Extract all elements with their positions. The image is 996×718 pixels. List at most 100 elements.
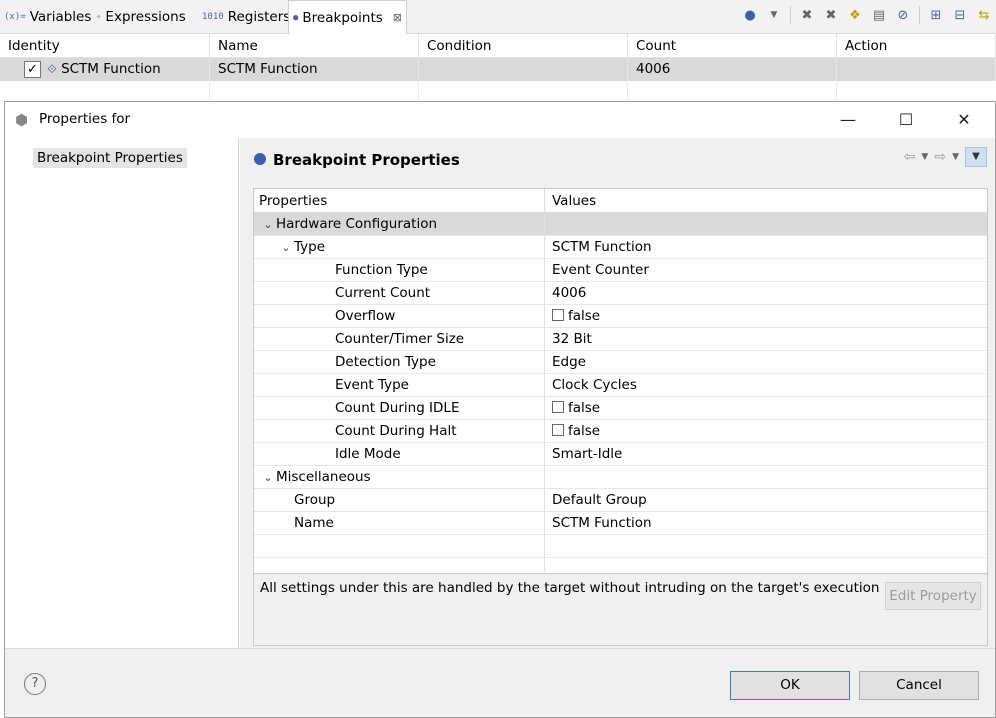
maximize-icon[interactable]: ☐ xyxy=(891,106,921,134)
condition-cell xyxy=(419,58,628,81)
property-name-cell: Idle Mode xyxy=(254,443,545,465)
property-row[interactable]: Counter/Timer Size 32 Bit xyxy=(254,328,987,351)
dialog-app-icon: ⬢ xyxy=(15,111,29,129)
property-label: Count During Halt xyxy=(335,423,457,439)
goto-file-icon[interactable]: ▤ xyxy=(871,7,887,23)
cancel-button[interactable]: Cancel xyxy=(859,671,979,700)
breakpoint-icon xyxy=(254,153,266,165)
property-row[interactable]: Count During Halt false xyxy=(254,420,987,443)
remove-icon[interactable]: ✖ xyxy=(799,7,815,23)
column-properties[interactable]: Properties xyxy=(254,189,545,213)
property-page-header: Breakpoint Properties ⇦ ▼ ⇨ ▼ ▼ xyxy=(240,138,995,181)
name-cell: SCTM Function xyxy=(210,58,419,81)
tab-breakpoints[interactable]: ● Breakpoints ⊠ xyxy=(288,0,408,34)
property-value-cell: false xyxy=(546,397,987,419)
remove-all-icon[interactable]: ✖ xyxy=(823,7,839,23)
forward-dropdown-icon[interactable]: ▼ xyxy=(952,152,959,162)
action-cell xyxy=(837,58,996,81)
property-row[interactable]: ⌄ Type SCTM Function xyxy=(254,236,987,259)
close-tab-icon[interactable]: ⊠ xyxy=(393,11,402,24)
property-value: Smart-Idle xyxy=(552,446,623,462)
property-row[interactable]: Idle Mode Smart-Idle xyxy=(254,443,987,466)
column-action[interactable]: Action xyxy=(837,34,996,58)
collapse-all-icon[interactable]: ⊟ xyxy=(952,7,968,23)
column-identity[interactable]: Identity xyxy=(0,34,210,58)
value-checkbox[interactable] xyxy=(552,424,564,436)
property-row[interactable]: Overflow false xyxy=(254,305,987,328)
property-row[interactable]: Function Type Event Counter xyxy=(254,259,987,282)
property-value: Default Group xyxy=(552,492,647,508)
property-row[interactable]: Event Type Clock Cycles xyxy=(254,374,987,397)
expand-chevron-icon[interactable]: ⌄ xyxy=(278,237,294,259)
property-value-cell: Clock Cycles xyxy=(546,374,987,396)
property-value-cell: false xyxy=(546,305,987,327)
forward-arrow-icon[interactable]: ⇨ xyxy=(934,149,946,165)
property-row[interactable]: Current Count 4006 xyxy=(254,282,987,305)
column-values[interactable]: Values xyxy=(546,189,987,213)
property-row[interactable]: Name SCTM Function xyxy=(254,512,987,535)
property-label: Group xyxy=(294,492,336,508)
page-title: Breakpoint Properties xyxy=(273,151,460,169)
value-checkbox[interactable] xyxy=(552,309,564,321)
new-breakpoint-icon[interactable]: ● xyxy=(742,7,758,23)
property-row[interactable]: Group Default Group xyxy=(254,489,987,512)
value-checkbox[interactable] xyxy=(552,401,564,413)
back-dropdown-icon[interactable]: ▼ xyxy=(921,152,928,162)
column-condition[interactable]: Condition xyxy=(419,34,628,58)
show-supported-icon[interactable]: ❖ xyxy=(847,7,863,23)
tab-expressions-label: Expressions xyxy=(105,8,186,25)
expand-all-icon[interactable]: ⊞ xyxy=(928,7,944,23)
property-label: Miscellaneous xyxy=(276,469,371,485)
property-name-cell: Current Count xyxy=(254,282,545,304)
column-name[interactable]: Name xyxy=(210,34,419,58)
property-row[interactable]: ⌄ Miscellaneous xyxy=(254,466,987,489)
skip-all-icon[interactable]: ⊘ xyxy=(895,7,911,23)
link-with-debug-view-icon[interactable]: ⇆ xyxy=(976,7,992,23)
view-menu-icon[interactable]: ▼ xyxy=(965,147,987,167)
tab-expressions[interactable]: ✧ Expressions xyxy=(92,0,190,33)
property-value-cell xyxy=(546,466,987,488)
property-name-cell: Name xyxy=(254,512,545,534)
nav-item-breakpoint-properties[interactable]: Breakpoint Properties xyxy=(33,148,187,168)
property-value: false xyxy=(568,308,601,324)
property-label: Overflow xyxy=(335,308,396,324)
registers-icon: 1010 xyxy=(202,11,224,22)
properties-table: Properties Values ⌄ Hardware Configuratio… xyxy=(253,188,988,581)
tab-registers-label: Registers xyxy=(227,8,291,25)
expand-chevron-icon[interactable]: ⌄ xyxy=(260,214,276,236)
table-row-empty xyxy=(0,81,996,104)
property-value: false xyxy=(568,400,601,416)
minimize-icon[interactable]: — xyxy=(833,106,863,134)
property-row[interactable]: ⌄ Hardware Configuration xyxy=(254,213,987,236)
ok-button[interactable]: OK xyxy=(730,671,850,700)
tab-variables[interactable]: (x)= Variables xyxy=(0,0,95,33)
back-arrow-icon[interactable]: ⇦ xyxy=(904,149,916,165)
property-value-cell: false xyxy=(546,420,987,442)
property-value-cell: Default Group xyxy=(546,489,987,511)
property-value-cell: Edge xyxy=(546,351,987,373)
table-row[interactable]: ✓ ⟐ SCTM Function SCTM Function 4006 xyxy=(0,58,996,81)
property-value-cell: 32 Bit xyxy=(546,328,987,350)
close-icon[interactable]: ✕ xyxy=(949,106,979,134)
property-label: Name xyxy=(294,515,334,531)
enabled-checkbox[interactable]: ✓ xyxy=(24,60,41,78)
chevron-down-icon[interactable]: ▼ xyxy=(766,7,782,23)
help-icon[interactable]: ? xyxy=(24,673,46,695)
tab-registers[interactable]: 1010 Registers xyxy=(198,0,294,33)
property-row[interactable]: Count During IDLE false xyxy=(254,397,987,420)
count-cell: 4006 xyxy=(628,58,837,81)
property-value: Edge xyxy=(552,354,586,370)
property-page-nav: Breakpoint Properties xyxy=(5,138,239,648)
property-name-cell: Count During IDLE xyxy=(254,397,545,419)
breakpoints-table: Identity Name Condition Count Action ✓ ⟐… xyxy=(0,34,996,104)
property-label: Current Count xyxy=(335,285,431,301)
property-label: Type xyxy=(294,239,326,255)
property-value-cell: Event Counter xyxy=(546,259,987,281)
property-name-cell: Overflow xyxy=(254,305,545,327)
property-label: Event Type xyxy=(335,377,409,393)
property-row[interactable]: Detection Type Edge xyxy=(254,351,987,374)
column-count[interactable]: Count xyxy=(628,34,837,58)
expand-chevron-icon[interactable]: ⌄ xyxy=(260,467,276,489)
edit-property-button[interactable]: Edit Property xyxy=(885,582,981,610)
property-label: Count During IDLE xyxy=(335,400,460,416)
